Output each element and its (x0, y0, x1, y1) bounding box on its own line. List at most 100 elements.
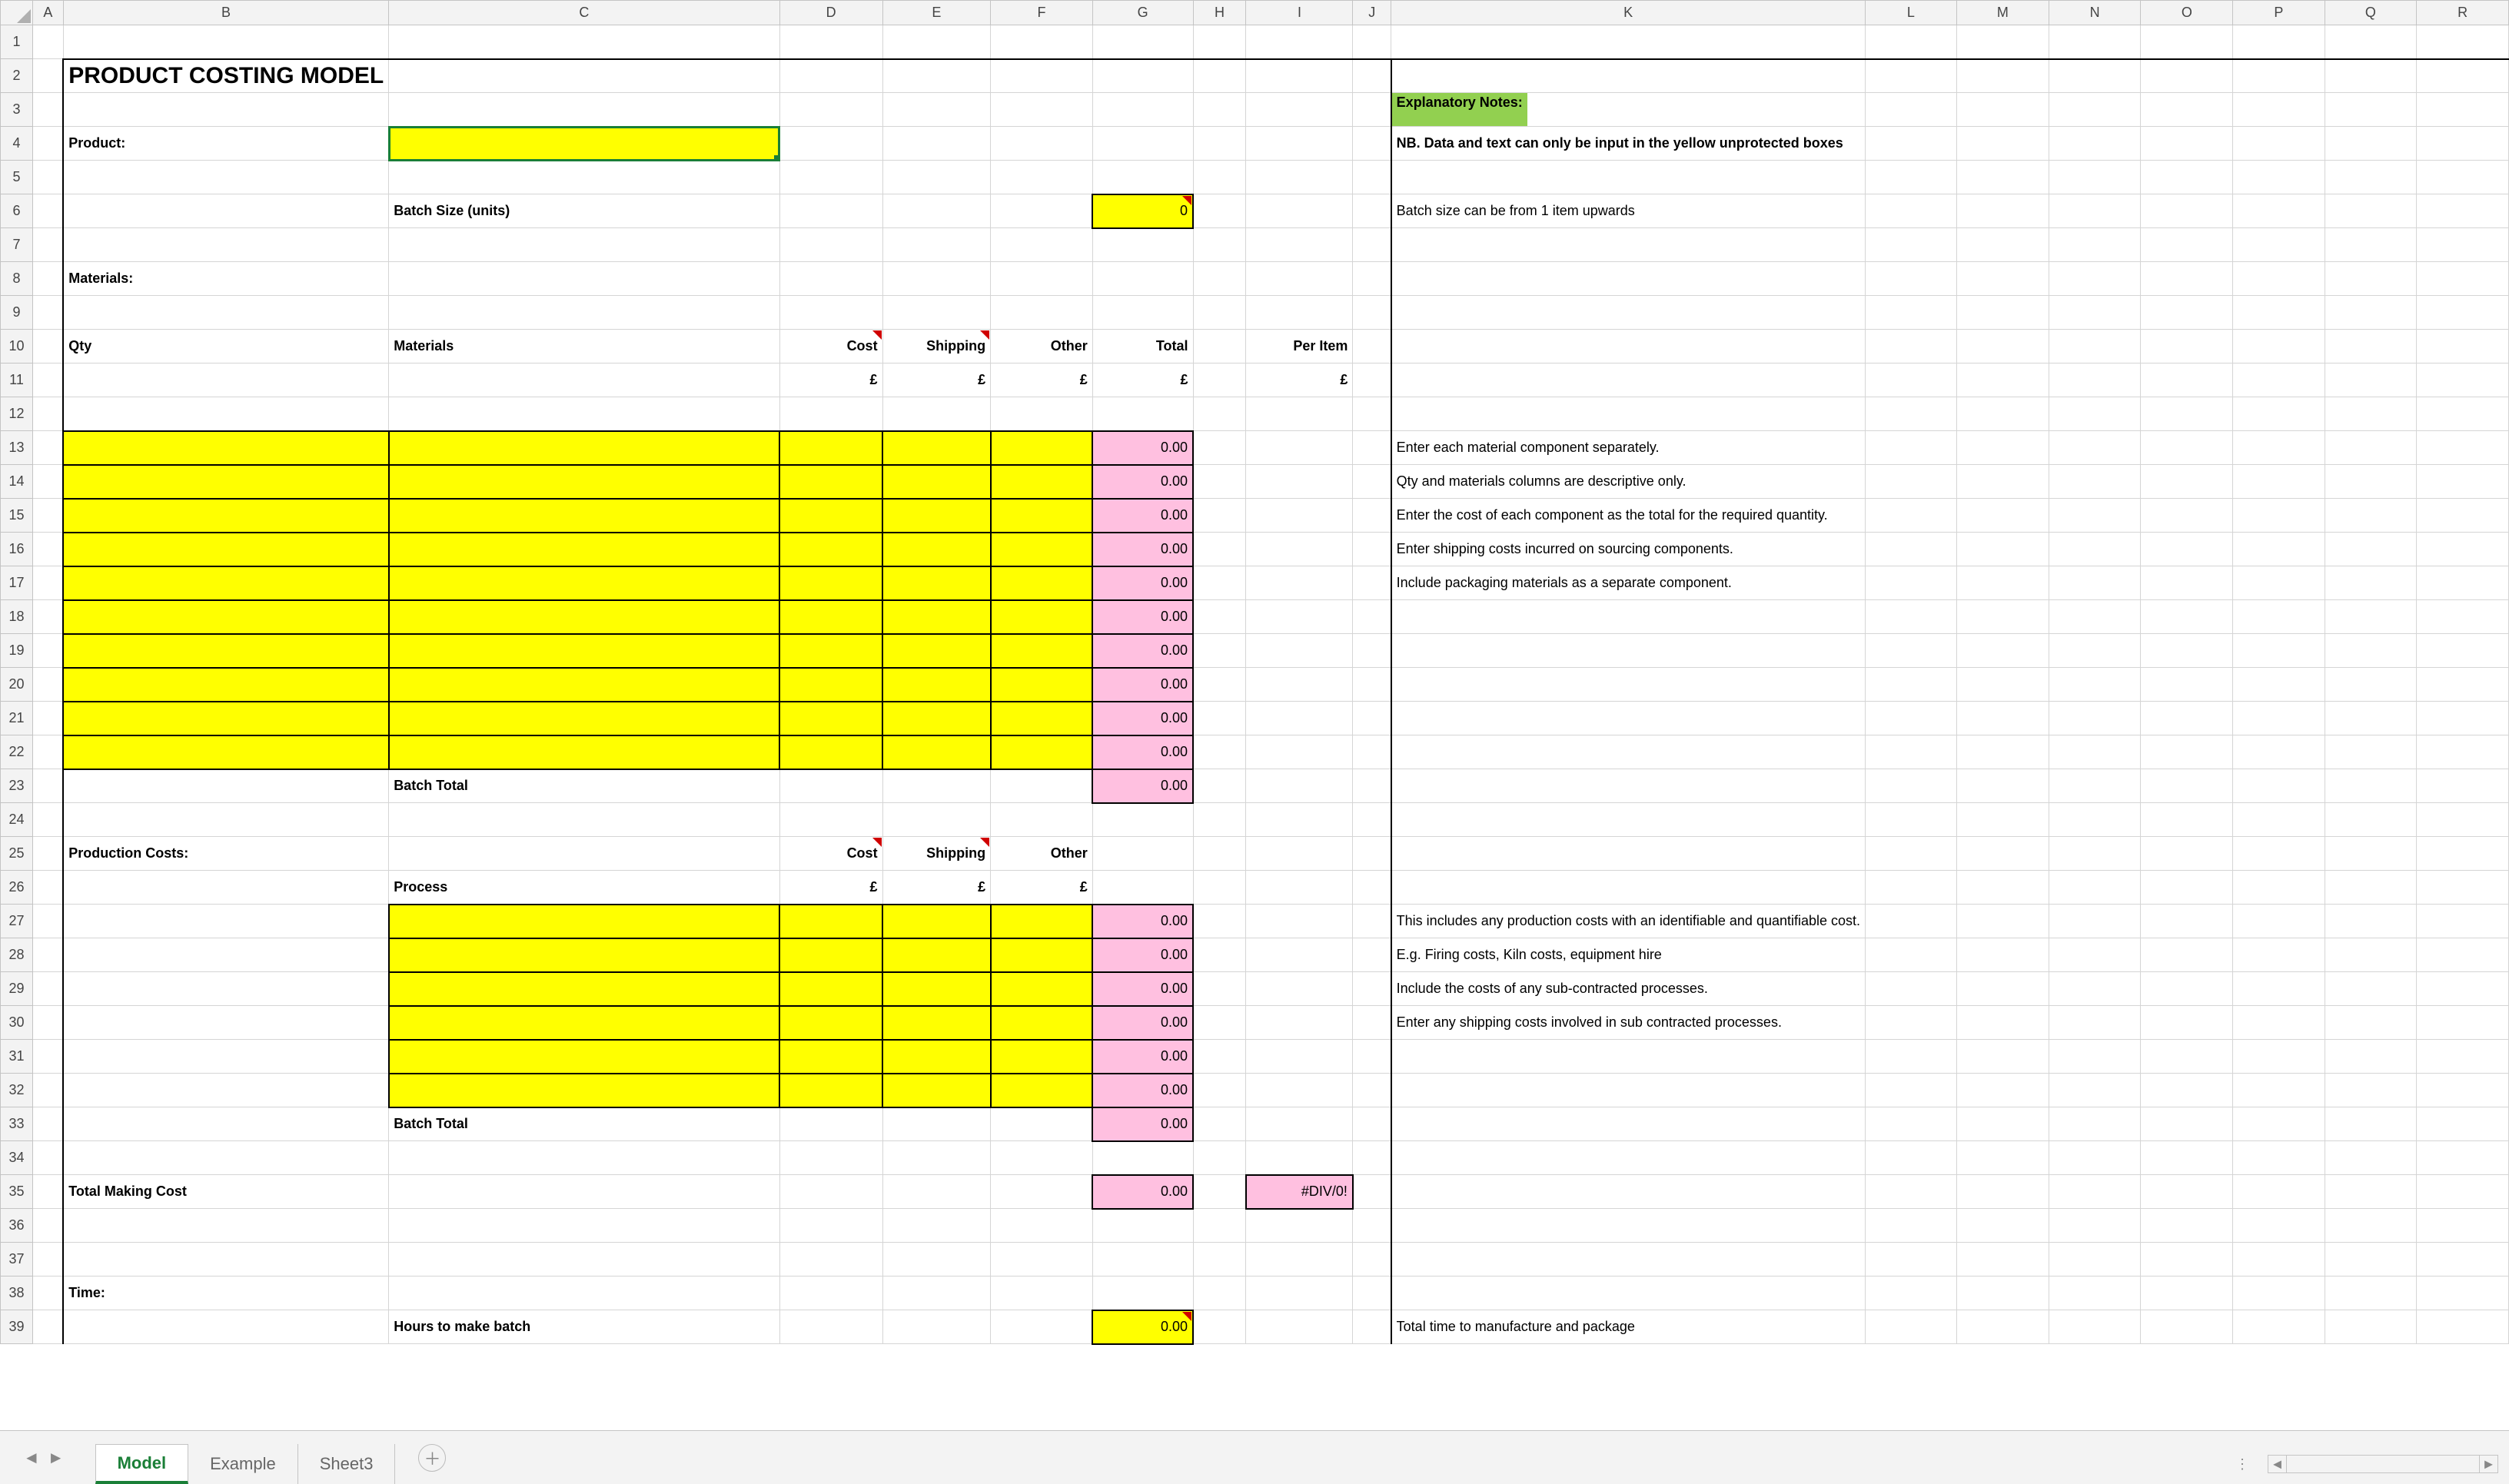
cell-P34[interactable] (2233, 1141, 2325, 1175)
cell-N13[interactable] (2049, 431, 2141, 465)
cell-Q18[interactable] (2325, 600, 2417, 634)
cell-K9[interactable] (1391, 296, 1866, 330)
cell-L34[interactable] (1866, 1141, 1957, 1175)
cell-B30[interactable] (63, 1006, 389, 1040)
cell-P35[interactable] (2233, 1175, 2325, 1209)
cell-F5[interactable] (991, 161, 1093, 194)
cell-R39[interactable] (2417, 1310, 2509, 1344)
cell-G4[interactable] (1092, 127, 1193, 161)
cell-K26[interactable] (1391, 871, 1866, 905)
cell-L3[interactable] (1866, 93, 1957, 127)
cell-N2[interactable] (2049, 59, 2141, 93)
row-header-33[interactable]: 33 (1, 1107, 33, 1141)
cell-Q21[interactable] (2325, 702, 2417, 735)
cell-F25[interactable]: Other (991, 837, 1093, 871)
cell-K4[interactable]: NB. Data and text can only be input in t… (1391, 127, 1866, 161)
cell-D19[interactable] (779, 634, 882, 668)
cell-G33[interactable]: 0.00 (1092, 1107, 1193, 1141)
cell-P8[interactable] (2233, 262, 2325, 296)
cell-F15[interactable] (991, 499, 1093, 533)
cell-F20[interactable] (991, 668, 1093, 702)
cell-B31[interactable] (63, 1040, 389, 1074)
cell-Q8[interactable] (2325, 262, 2417, 296)
cell-M1[interactable] (1956, 25, 2049, 59)
cell-H39[interactable] (1193, 1310, 1246, 1344)
cell-B5[interactable] (63, 161, 389, 194)
cell-K22[interactable] (1391, 735, 1866, 769)
cell-N27[interactable] (2049, 905, 2141, 938)
cell-I17[interactable] (1246, 566, 1353, 600)
cell-D25[interactable]: Cost (779, 837, 882, 871)
cell-J29[interactable] (1353, 972, 1391, 1006)
cell-K35[interactable] (1391, 1175, 1866, 1209)
cell-J14[interactable] (1353, 465, 1391, 499)
cell-O37[interactable] (2141, 1243, 2233, 1277)
cell-L24[interactable] (1866, 803, 1957, 837)
cell-J26[interactable] (1353, 871, 1391, 905)
cell-E12[interactable] (882, 397, 991, 431)
cell-B37[interactable] (63, 1243, 389, 1277)
cell-R28[interactable] (2417, 938, 2509, 972)
cell-K11[interactable] (1391, 364, 1866, 397)
cell-M36[interactable] (1956, 1209, 2049, 1243)
cell-C35[interactable] (389, 1175, 779, 1209)
row-header-38[interactable]: 38 (1, 1277, 33, 1310)
cell-O14[interactable] (2141, 465, 2233, 499)
cell-N34[interactable] (2049, 1141, 2141, 1175)
cell-P4[interactable] (2233, 127, 2325, 161)
cell-J15[interactable] (1353, 499, 1391, 533)
cell-F14[interactable] (991, 465, 1093, 499)
cell-B13[interactable] (63, 431, 389, 465)
cell-I16[interactable] (1246, 533, 1353, 566)
cell-F35[interactable] (991, 1175, 1093, 1209)
cell-O13[interactable] (2141, 431, 2233, 465)
cell-N22[interactable] (2049, 735, 2141, 769)
cell-D3[interactable] (779, 93, 882, 127)
cell-R3[interactable] (2417, 93, 2509, 127)
cell-P10[interactable] (2233, 330, 2325, 364)
cell-M17[interactable] (1956, 566, 2049, 600)
cell-H24[interactable] (1193, 803, 1246, 837)
cell-B21[interactable] (63, 702, 389, 735)
cell-Q14[interactable] (2325, 465, 2417, 499)
cell-C6[interactable]: Batch Size (units) (389, 194, 779, 228)
cell-I4[interactable] (1246, 127, 1353, 161)
cell-C7[interactable] (389, 228, 779, 262)
cell-A16[interactable] (32, 533, 63, 566)
cell-O39[interactable] (2141, 1310, 2233, 1344)
cell-D12[interactable] (779, 397, 882, 431)
cell-P26[interactable] (2233, 871, 2325, 905)
cell-O32[interactable] (2141, 1074, 2233, 1107)
cell-O19[interactable] (2141, 634, 2233, 668)
cell-L37[interactable] (1866, 1243, 1957, 1277)
cell-H26[interactable] (1193, 871, 1246, 905)
row-header-37[interactable]: 37 (1, 1243, 33, 1277)
cell-Q12[interactable] (2325, 397, 2417, 431)
cell-G14[interactable]: 0.00 (1092, 465, 1193, 499)
cell-Q5[interactable] (2325, 161, 2417, 194)
cell-E10[interactable]: Shipping (882, 330, 991, 364)
cell-F8[interactable] (991, 262, 1093, 296)
cell-M26[interactable] (1956, 871, 2049, 905)
cell-L16[interactable] (1866, 533, 1957, 566)
cell-R12[interactable] (2417, 397, 2509, 431)
cell-B4[interactable]: Product: (63, 127, 389, 161)
cell-J27[interactable] (1353, 905, 1391, 938)
cell-L33[interactable] (1866, 1107, 1957, 1141)
cell-J35[interactable] (1353, 1175, 1391, 1209)
cell-P31[interactable] (2233, 1040, 2325, 1074)
row-header-26[interactable]: 26 (1, 871, 33, 905)
cell-N5[interactable] (2049, 161, 2141, 194)
cell-O25[interactable] (2141, 837, 2233, 871)
cell-E2[interactable] (882, 59, 991, 93)
cell-H11[interactable] (1193, 364, 1246, 397)
cell-I36[interactable] (1246, 1209, 1353, 1243)
cell-H1[interactable] (1193, 25, 1246, 59)
cell-P20[interactable] (2233, 668, 2325, 702)
cell-R29[interactable] (2417, 972, 2509, 1006)
cell-B33[interactable] (63, 1107, 389, 1141)
cell-Q11[interactable] (2325, 364, 2417, 397)
cell-E17[interactable] (882, 566, 991, 600)
cell-M35[interactable] (1956, 1175, 2049, 1209)
cell-B11[interactable] (63, 364, 389, 397)
